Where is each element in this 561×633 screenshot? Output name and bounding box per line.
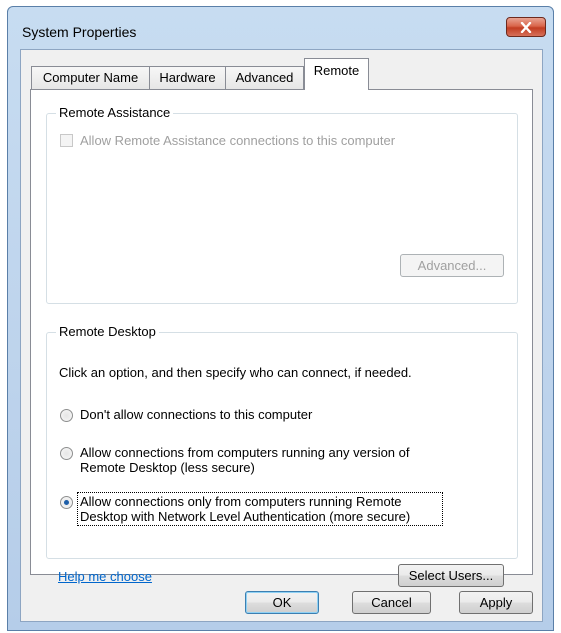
dont-allow-connections-radio[interactable]	[60, 409, 73, 422]
apply-button[interactable]: Apply	[459, 591, 533, 614]
close-icon	[520, 21, 532, 33]
help-me-choose-link[interactable]: Help me choose	[58, 569, 152, 584]
dialog-client-area: Computer Name Hardware Advanced Remote R…	[20, 49, 543, 622]
allow-any-version-label-line1: Allow connections from computers running…	[80, 445, 410, 460]
select-users-button[interactable]: Select Users...	[398, 564, 504, 587]
remote-desktop-group: Remote Desktop Click an option, and then…	[46, 324, 518, 559]
remote-desktop-group-title: Remote Desktop	[56, 324, 159, 339]
ok-button[interactable]: OK	[245, 591, 319, 614]
tab-label: Computer Name	[42, 70, 139, 85]
advanced-button[interactable]: Advanced...	[400, 254, 504, 277]
cancel-button[interactable]: Cancel	[352, 591, 431, 614]
remote-tab-panel: Remote Assistance Allow Remote Assistanc…	[30, 89, 533, 587]
tab-computer-name[interactable]: Computer Name	[31, 66, 150, 89]
allow-remote-assistance-checkbox[interactable]	[60, 134, 73, 147]
tab-label: Hardware	[159, 70, 216, 85]
allow-nla-only-label-line2: Desktop with Network Level Authenticatio…	[80, 509, 411, 524]
tab-hardware[interactable]: Hardware	[149, 66, 226, 89]
allow-any-version-label-line2: Remote Desktop (less secure)	[80, 460, 255, 475]
title-bar[interactable]: System Properties	[8, 7, 553, 47]
allow-nla-only-label-line1: Allow connections only from computers ru…	[80, 494, 402, 509]
remote-assistance-group-title: Remote Assistance	[56, 105, 174, 120]
remote-assistance-group: Remote Assistance Allow Remote Assistanc…	[46, 105, 518, 304]
tab-remote[interactable]: Remote	[304, 58, 369, 90]
tab-advanced[interactable]: Advanced	[225, 66, 304, 89]
allow-any-version-radio[interactable]	[60, 447, 73, 460]
tab-label: Advanced	[235, 70, 294, 85]
close-button[interactable]	[506, 17, 546, 37]
system-properties-window: System Properties Computer Name Hardware…	[7, 6, 554, 631]
tab-label: Remote	[313, 63, 360, 78]
remote-desktop-instruction: Click an option, and then specify who ca…	[59, 365, 412, 380]
allow-remote-assistance-label: Allow Remote Assistance connections to t…	[80, 133, 396, 148]
window-title: System Properties	[22, 24, 137, 40]
dont-allow-connections-label: Don't allow connections to this computer	[80, 407, 313, 422]
allow-nla-only-radio[interactable]	[60, 496, 73, 509]
